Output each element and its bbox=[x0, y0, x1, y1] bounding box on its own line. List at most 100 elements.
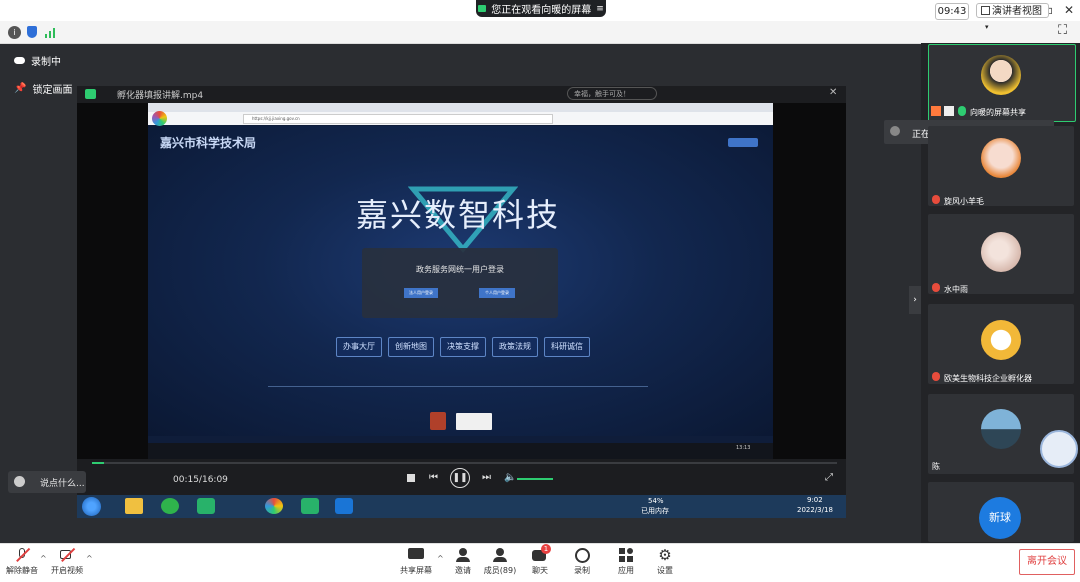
player-taskbar-icon[interactable] bbox=[301, 498, 319, 514]
start-video-label: 开启视频 bbox=[51, 566, 83, 575]
individual-login-button[interactable]: 个人用户登录 bbox=[479, 288, 515, 298]
participant-name: 旋风小羊毛 bbox=[944, 197, 984, 206]
mic-muted-icon bbox=[932, 283, 940, 292]
player-close-icon[interactable]: ✕ bbox=[829, 87, 837, 98]
participant-initial-avatar: 新球 bbox=[979, 497, 1021, 539]
screen-share-status[interactable]: 您正在观看向暖的屏幕 ≡ bbox=[476, 0, 606, 17]
share-screen-label: 共享屏幕 bbox=[400, 566, 432, 575]
participant-tile[interactable]: 水中雨 bbox=[928, 214, 1074, 294]
meeting-clock: 09:43 bbox=[935, 3, 969, 20]
recording-label: 录制中 bbox=[31, 57, 61, 68]
site-login-button[interactable] bbox=[728, 138, 758, 147]
gear-icon: ⚙ bbox=[658, 546, 672, 564]
participant-tile[interactable]: 欧美生物科技企业孵化器 bbox=[928, 304, 1074, 384]
service-link[interactable]: 办事大厅 bbox=[336, 337, 382, 357]
invite-label: 邀请 bbox=[455, 566, 471, 575]
windows-taskbar: 54% 已用内存 9:02 2022/3/18 bbox=[77, 495, 846, 518]
avatar bbox=[981, 409, 1021, 449]
screen-share-text: 您正在观看向暖的屏幕 bbox=[491, 5, 592, 16]
screen-share-icon bbox=[408, 548, 424, 562]
share-icon bbox=[944, 106, 954, 116]
menu-icon[interactable]: ≡ bbox=[596, 4, 604, 14]
fullscreen-icon[interactable]: ⛶ bbox=[1058, 24, 1072, 38]
signal-icon[interactable] bbox=[45, 26, 57, 38]
participant-name: 水中雨 bbox=[944, 285, 968, 294]
start-video-button[interactable]: 开启视频 bbox=[45, 547, 89, 576]
legal-person-login-button[interactable]: 法人用户登录 bbox=[404, 288, 438, 298]
settings-button[interactable]: ⚙ 设置 bbox=[643, 548, 687, 576]
player-fullscreen-icon[interactable]: ⤢ bbox=[825, 472, 833, 483]
previous-icon[interactable]: ⏮ bbox=[429, 472, 438, 483]
pause-icon[interactable]: ❚❚ bbox=[450, 468, 470, 488]
stop-icon[interactable] bbox=[407, 474, 415, 482]
apps-button[interactable]: 应用 bbox=[604, 548, 648, 576]
members-label: 成员(89) bbox=[483, 566, 517, 575]
remote-clock: 13:13 bbox=[736, 445, 751, 451]
unmute-button[interactable]: 解除静音 bbox=[0, 547, 44, 576]
chat-icon: 1 bbox=[532, 544, 551, 562]
shield-icon[interactable] bbox=[27, 26, 37, 38]
participant-name: 陈 bbox=[932, 462, 940, 471]
record-label: 录制 bbox=[574, 566, 590, 575]
avatar bbox=[981, 232, 1021, 272]
participant-tile[interactable]: 向暖的屏幕共享 bbox=[928, 44, 1076, 122]
video-progress-track[interactable] bbox=[92, 462, 837, 464]
avatar bbox=[981, 320, 1021, 360]
info-icon[interactable]: i bbox=[8, 26, 21, 39]
start-button-icon[interactable] bbox=[82, 497, 101, 516]
leave-meeting-button[interactable]: 离开会议 bbox=[1019, 549, 1075, 575]
lock-screen-label: 锁定画面 bbox=[32, 85, 73, 96]
player-search-input[interactable]: 幸福，触手可及！ bbox=[567, 87, 657, 100]
apps-label: 应用 bbox=[618, 566, 634, 575]
service-link[interactable]: 创新地图 bbox=[388, 337, 434, 357]
next-icon[interactable]: ⏭ bbox=[482, 472, 491, 483]
service-links: 办事大厅 创新地图 决策支撑 政策法规 科研诚信 bbox=[336, 337, 606, 357]
website-content: 嘉兴市科学技术局 嘉兴数智科技 政务服务网统一用户登录 法人用户登录 个人用户登… bbox=[148, 126, 773, 436]
emoji-icon bbox=[14, 476, 25, 487]
service-link[interactable]: 政策法规 bbox=[492, 337, 538, 357]
service-link[interactable]: 决策支撑 bbox=[440, 337, 486, 357]
participant-tile[interactable]: 旋风小羊毛 bbox=[928, 126, 1074, 206]
video-progress-fill bbox=[92, 462, 104, 464]
volume-icon[interactable]: 🔈 bbox=[504, 472, 516, 483]
view-mode-select[interactable]: 演讲者视图▾ bbox=[976, 3, 1049, 31]
video-player-titlebar: 孵化器填报讲解.mp4 幸福，触手可及！ ✕ bbox=[77, 86, 846, 103]
speaker-avatar bbox=[890, 126, 900, 136]
assistant-bubble-icon[interactable] bbox=[1040, 430, 1078, 468]
browser-address-bar[interactable]: https://kjj.jiaxing.gov.cn bbox=[243, 114, 553, 124]
emblem-icon bbox=[430, 412, 446, 430]
browser-icon[interactable] bbox=[265, 498, 283, 514]
video-player-icon[interactable] bbox=[197, 498, 215, 514]
participant-name: 向暖的屏幕共享 bbox=[970, 108, 1026, 117]
chat-quick-input[interactable]: 说点什么... bbox=[8, 471, 86, 493]
record-button[interactable]: 录制 bbox=[560, 548, 604, 576]
chat-button[interactable]: 1 聊天 bbox=[518, 544, 562, 576]
record-icon bbox=[574, 548, 590, 563]
participant-tile[interactable]: 新球 bbox=[928, 482, 1074, 542]
unmute-label: 解除静音 bbox=[6, 566, 38, 575]
apps-icon bbox=[618, 548, 634, 562]
taskbar-date: 2022/3/18 bbox=[797, 506, 833, 514]
file-explorer-icon[interactable] bbox=[125, 498, 143, 514]
memory-label: 已用内存 bbox=[641, 507, 669, 515]
video-options-chevron-icon[interactable]: ^ bbox=[86, 554, 93, 563]
view-mode-label: 演讲者视图 bbox=[992, 6, 1042, 17]
footer-divider bbox=[268, 386, 648, 387]
volume-slider[interactable] bbox=[517, 478, 553, 480]
share-screen-button[interactable]: 共享屏幕 bbox=[394, 548, 438, 576]
settings-label: 设置 bbox=[657, 566, 673, 575]
lock-screen-button[interactable]: 📌 锁定画面 bbox=[14, 81, 72, 96]
mic-muted-icon bbox=[14, 547, 30, 562]
hero-title: 嘉兴数智科技 bbox=[355, 196, 560, 234]
members-button[interactable]: 成员(89) bbox=[478, 548, 522, 576]
video-time: 00:15/16:09 bbox=[173, 475, 228, 485]
avatar bbox=[981, 138, 1021, 178]
gov-badge-icon bbox=[456, 413, 492, 430]
sidebar-toggle-icon[interactable]: › bbox=[909, 286, 921, 314]
chat-quick-placeholder: 说点什么... bbox=[40, 479, 85, 489]
close-icon[interactable]: ✕ bbox=[1062, 3, 1076, 17]
wechat-icon[interactable] bbox=[161, 498, 179, 514]
memory-usage: 54% bbox=[648, 497, 664, 505]
service-link[interactable]: 科研诚信 bbox=[544, 337, 590, 357]
meeting-app-icon[interactable] bbox=[335, 498, 353, 514]
